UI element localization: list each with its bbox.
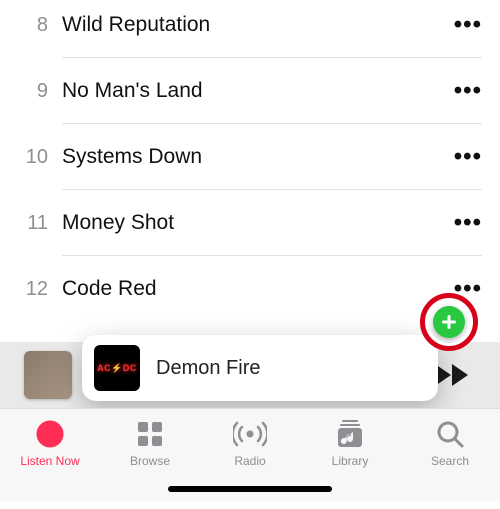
track-number: 11 <box>0 212 62 235</box>
track-title: No Man's Land <box>62 79 446 103</box>
search-icon <box>436 418 464 450</box>
browse-icon <box>136 418 164 450</box>
tab-label: Search <box>431 454 469 468</box>
track-number: 9 <box>0 80 62 103</box>
track-number: 12 <box>0 278 62 301</box>
track-row[interactable]: 9 No Man's Land ••• <box>0 58 482 124</box>
add-button[interactable] <box>433 306 465 338</box>
track-title: Wild Reputation <box>62 13 446 37</box>
forward-icon[interactable] <box>434 363 472 387</box>
more-icon[interactable]: ••• <box>446 77 482 105</box>
tab-label: Browse <box>130 454 170 468</box>
toast-artwork-text: AC⚡DC <box>97 363 137 374</box>
radio-icon <box>233 418 267 450</box>
tab-search[interactable]: Search <box>402 418 498 501</box>
now-playing-artwork[interactable] <box>24 351 72 399</box>
more-icon[interactable]: ••• <box>446 143 482 171</box>
track-row[interactable]: 10 Systems Down ••• <box>0 124 482 190</box>
track-title: Systems Down <box>62 145 446 169</box>
tab-listen-now[interactable]: Listen Now <box>2 418 98 501</box>
tab-bar: Listen Now Browse Radio <box>0 408 500 501</box>
home-indicator[interactable] <box>168 486 332 492</box>
track-number: 8 <box>0 14 62 37</box>
track-title: Code Red <box>62 277 446 301</box>
more-icon[interactable]: ••• <box>446 209 482 237</box>
now-playing-toast[interactable]: AC⚡DC Demon Fire <box>82 335 438 401</box>
plus-icon <box>441 314 457 330</box>
toast-title: Demon Fire <box>156 357 420 380</box>
track-row[interactable]: 11 Money Shot ••• <box>0 190 482 256</box>
tab-label: Radio <box>234 454 265 468</box>
listen-now-icon <box>35 418 65 450</box>
track-list: 8 Wild Reputation ••• 9 No Man's Land ••… <box>0 0 500 322</box>
track-title: Money Shot <box>62 211 446 235</box>
track-number: 10 <box>0 146 62 169</box>
library-icon <box>336 418 364 450</box>
more-icon[interactable]: ••• <box>446 11 482 39</box>
add-button-annotation <box>420 293 478 351</box>
toast-artwork: AC⚡DC <box>94 345 140 391</box>
track-row[interactable]: 12 Code Red ••• <box>0 256 482 322</box>
tab-label: Library <box>332 454 369 468</box>
tab-label: Listen Now <box>20 454 79 468</box>
track-row[interactable]: 8 Wild Reputation ••• <box>0 0 482 58</box>
